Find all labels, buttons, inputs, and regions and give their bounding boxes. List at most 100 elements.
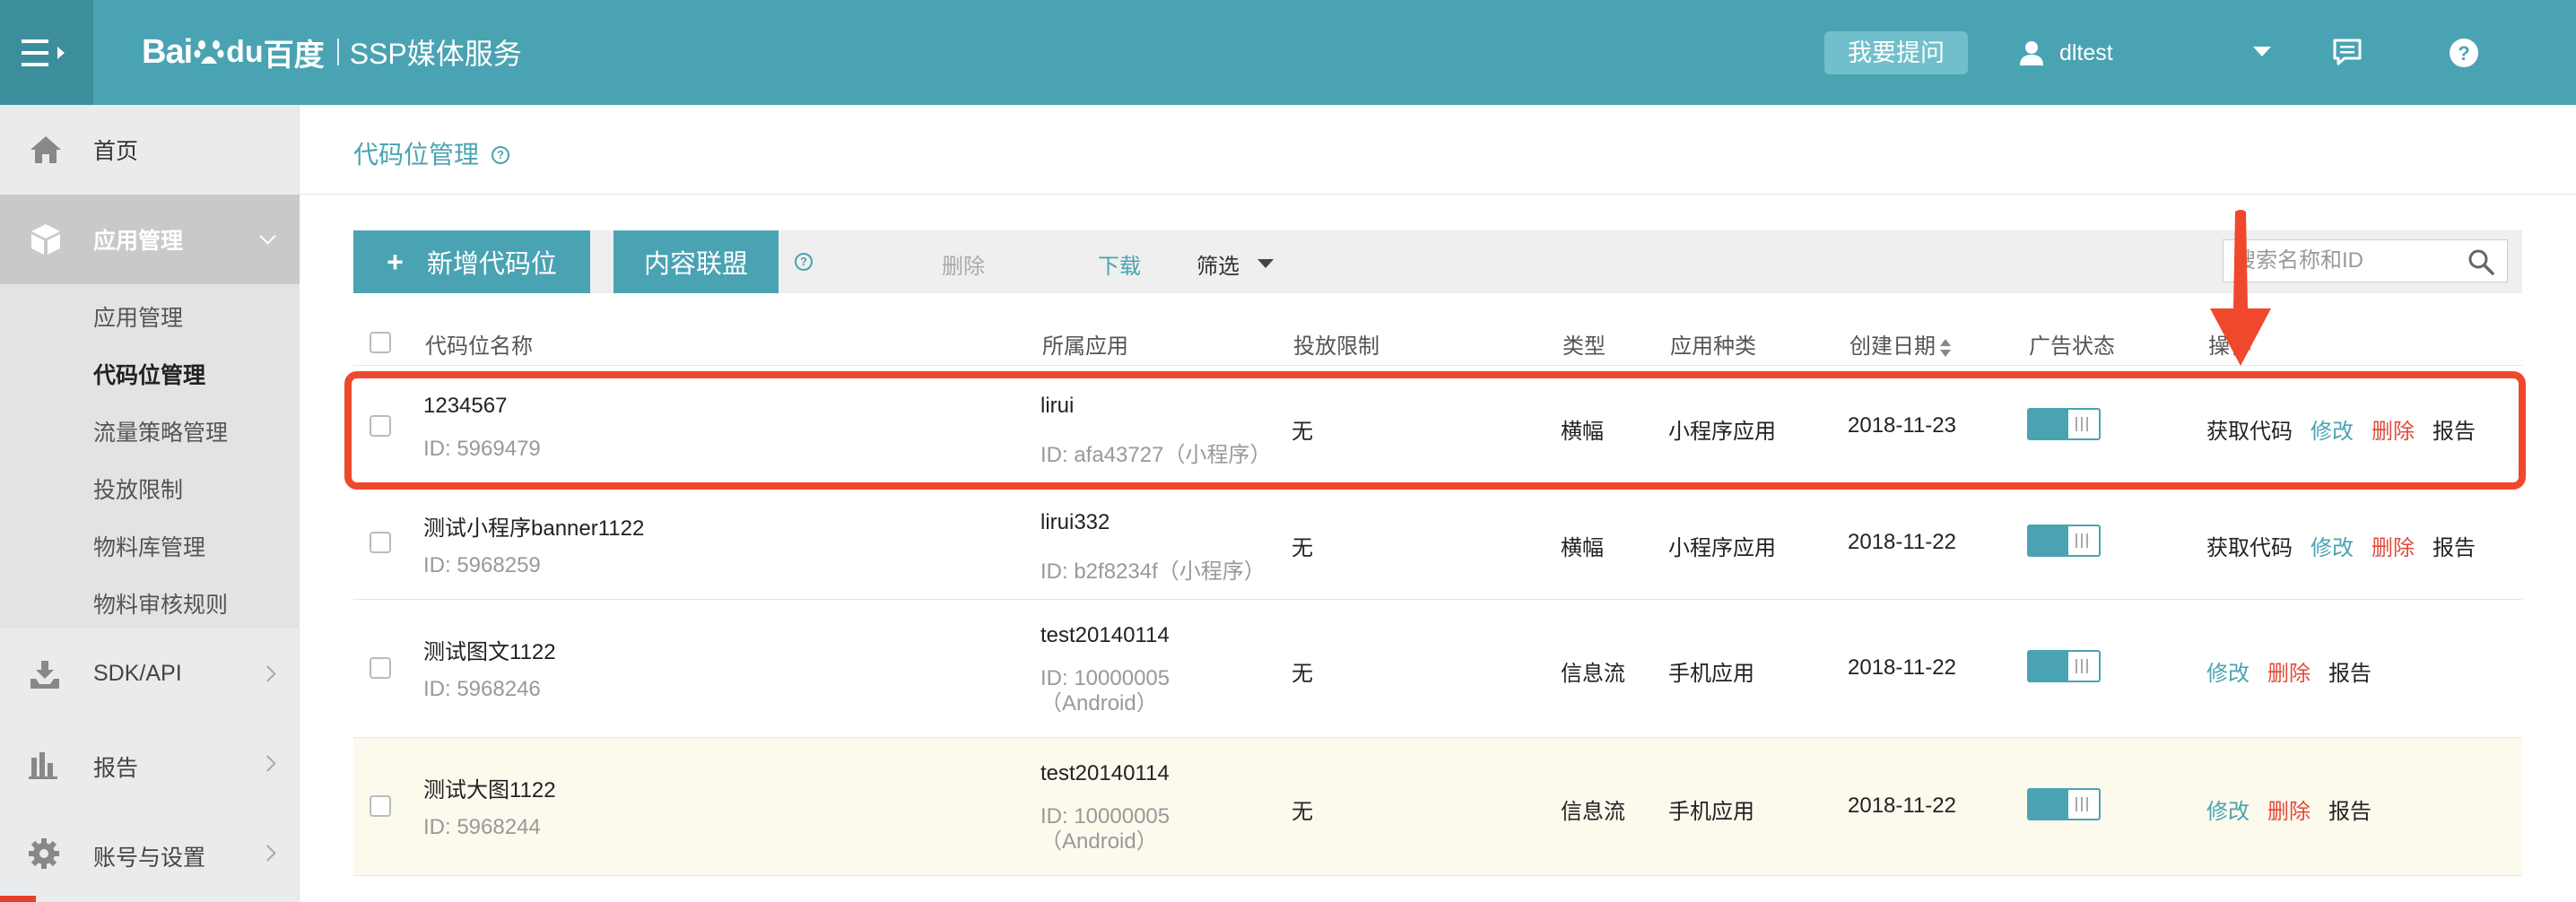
user-menu[interactable]: dltest (2020, 32, 2113, 74)
username: dltest (2059, 39, 2113, 65)
app-category: 手机应用 (1668, 800, 1754, 824)
chevron-right-icon (259, 665, 276, 682)
search-icon[interactable] (2467, 248, 2494, 275)
adslot-id: ID: 5968246 (423, 677, 541, 701)
delivery-limit: 无 (1292, 800, 1313, 824)
toolbar: + 新增代码位 内容联盟 ? 删除 下载 筛选 (353, 230, 2522, 293)
user-dropdown-caret-icon[interactable] (2253, 47, 2271, 56)
ad-status-toggle[interactable] (2027, 525, 2101, 557)
content-union-button[interactable]: 内容联盟 (614, 230, 779, 293)
download-tray-icon (30, 661, 59, 689)
report-link[interactable]: 报告 (2328, 655, 2371, 687)
logo-du: du (226, 34, 264, 69)
app-name[interactable]: lirui332 (1040, 510, 1110, 535)
get-code-link[interactable]: 获取代码 (2206, 530, 2293, 561)
sidebar-item-home[interactable]: 首页 (0, 105, 300, 195)
submenu-item-material-review[interactable]: 物料审核规则 (93, 587, 228, 620)
ad-status-toggle[interactable] (2027, 788, 2101, 820)
adslot-name: 测试大图1122 (423, 778, 556, 802)
submenu-item-delivery-limit[interactable]: 投放限制 (93, 473, 183, 505)
app-name[interactable]: test20140114 (1040, 761, 1170, 786)
edit-link[interactable]: 修改 (2311, 530, 2354, 561)
app-category: 手机应用 (1668, 662, 1754, 686)
delete-link[interactable]: 删除 (2267, 794, 2311, 825)
app-title: SSP媒体服务 (349, 38, 522, 70)
page-title-bar: 代码位管理? (300, 105, 2576, 195)
menu-toggle-button[interactable] (0, 0, 93, 105)
logo-bai: Bai (142, 32, 193, 71)
column-header-type: 类型 (1562, 334, 1606, 359)
help-icon[interactable]: ? (2449, 38, 2479, 68)
column-header-date[interactable]: 创建日期 (1849, 328, 1952, 360)
edit-link[interactable]: 修改 (2206, 655, 2250, 687)
adslot-type: 横幅 (1561, 536, 1604, 560)
delete-button[interactable]: 删除 (942, 248, 985, 280)
annotation-highlight-box (344, 371, 2526, 490)
logo-divider (336, 39, 339, 65)
table-header: 代码位名称 所属应用 投放限制 类型 应用种类 创建日期 广告状态 操作 (353, 316, 2522, 366)
baidu-logo[interactable]: Bai du 百度 SSP媒体服务 (142, 25, 522, 79)
question-circle-icon[interactable]: ? (795, 253, 813, 271)
app-id: ID: b2f8234f（小程序） (1040, 559, 1266, 584)
svg-text:?: ? (2458, 42, 2469, 65)
adslot-id: ID: 5968244 (423, 815, 541, 839)
filter-caret-icon[interactable] (1258, 259, 1274, 268)
app-name[interactable]: test20140114 (1040, 623, 1170, 648)
submenu-item-apps[interactable]: 应用管理 (93, 300, 183, 333)
delete-link[interactable]: 删除 (2371, 530, 2415, 561)
submenu-item-adslots[interactable]: 代码位管理 (93, 358, 205, 390)
sidebar-item-label: 账号与设置 (93, 846, 206, 871)
table-row: 测试大图1122 ID: 5968244 test20140114 ID: 10… (353, 738, 2522, 876)
column-header-limit: 投放限制 (1293, 334, 1379, 359)
adslot-name: 测试小程序banner1122 (423, 516, 645, 541)
download-button[interactable]: 下载 (1098, 248, 1141, 280)
question-circle-icon[interactable]: ? (492, 145, 510, 164)
bar-chart-icon (29, 752, 57, 779)
app-management-submenu: 应用管理 代码位管理 流量策略管理 投放限制 物料库管理 物料审核规则 (0, 284, 300, 629)
submenu-item-material-library[interactable]: 物料库管理 (93, 530, 205, 562)
add-adslot-button[interactable]: + 新增代码位 (353, 230, 590, 293)
adslot-type: 信息流 (1561, 800, 1625, 824)
sort-icon[interactable] (1939, 338, 1952, 358)
sidebar-item-label: SDK/API (93, 661, 182, 686)
sidebar-item-account[interactable]: 账号与设置 (0, 810, 300, 899)
edit-link[interactable]: 修改 (2206, 794, 2250, 825)
ask-question-button[interactable]: 我要提问 (1824, 31, 1968, 74)
sidebar-item-app-management[interactable]: 应用管理 (0, 195, 300, 284)
table-row: 测试小程序banner1122 ID: 5968259 lirui332 ID:… (353, 483, 2522, 600)
ad-status-toggle[interactable] (2027, 650, 2101, 682)
report-link[interactable]: 报告 (2328, 794, 2371, 825)
home-icon (30, 136, 61, 163)
select-all-checkbox[interactable] (370, 332, 391, 353)
adslot-id: ID: 5968259 (423, 553, 541, 577)
app-category: 小程序应用 (1668, 536, 1776, 560)
annotation-arrow-icon (2210, 210, 2271, 366)
paw-icon (194, 40, 224, 64)
create-date: 2018-11-22 (1848, 655, 1956, 680)
hamburger-icon (22, 39, 65, 66)
app-id: ID: 10000005（Android） (1040, 666, 1171, 716)
column-header-status: 广告状态 (2029, 334, 2115, 359)
page-title-text: 代码位管理 (353, 141, 480, 169)
sidebar: 首页 应用管理 应用管理 代码位管理 流量策略管理 投放限制 物料库管理 物料审… (0, 105, 300, 902)
column-header-app: 所属应用 (1042, 334, 1128, 359)
report-link[interactable]: 报告 (2432, 530, 2476, 561)
delivery-limit: 无 (1292, 536, 1313, 560)
column-header-category: 应用种类 (1670, 334, 1756, 359)
delete-link[interactable]: 删除 (2267, 655, 2311, 687)
column-header-name: 代码位名称 (425, 334, 533, 359)
chevron-down-icon (259, 228, 276, 245)
submenu-item-traffic-strategy[interactable]: 流量策略管理 (93, 415, 228, 447)
sidebar-item-report[interactable]: 报告 (0, 720, 300, 810)
row-checkbox[interactable] (370, 657, 391, 679)
sidebar-item-label: 首页 (93, 139, 139, 164)
message-icon[interactable] (2332, 38, 2363, 66)
chevron-right-icon (259, 845, 276, 862)
sidebar-item-sdk[interactable]: SDK/API (0, 630, 300, 720)
filter-button[interactable]: 筛选 (1197, 248, 1240, 280)
row-checkbox[interactable] (370, 532, 391, 553)
row-checkbox[interactable] (370, 795, 391, 817)
add-adslot-label: 新增代码位 (426, 250, 557, 279)
create-date: 2018-11-22 (1848, 530, 1956, 554)
sidebar-bottom-marker (0, 896, 36, 902)
